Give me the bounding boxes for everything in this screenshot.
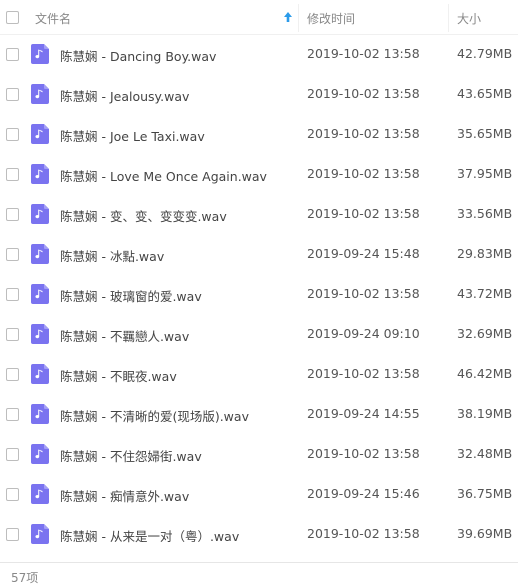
- file-row[interactable]: 陈慧娴 - 玻璃窗的爱.wav 2019-10-02 13:58 43.72MB: [0, 275, 518, 315]
- row-checkbox[interactable]: [6, 208, 19, 221]
- music-file-icon: [31, 444, 49, 464]
- file-size: 43.65MB: [457, 86, 513, 101]
- row-checkbox[interactable]: [6, 248, 19, 261]
- item-count: 57项: [11, 571, 39, 585]
- row-checkbox[interactable]: [6, 408, 19, 421]
- file-row[interactable]: 陈慧娴 - 不住怨婦街.wav 2019-10-02 13:58 32.48MB: [0, 435, 518, 475]
- file-size: 32.48MB: [457, 446, 513, 461]
- file-row[interactable]: 陈慧娴 - Love Me Once Again.wav 2019-10-02 1…: [0, 155, 518, 195]
- file-row[interactable]: 陈慧娴 - Joe Le Taxi.wav 2019-10-02 13:58 35.…: [0, 115, 518, 155]
- file-size: 35.65MB: [457, 126, 513, 141]
- arrow-up-icon[interactable]: [282, 10, 294, 24]
- file-row[interactable]: 陈慧娴 - 冰點.wav 2019-09-24 15:48 29.83MB: [0, 235, 518, 275]
- file-rows: 陈慧娴 - Dancing Boy.wav 2019-10-02 13:58 42.…: [0, 35, 518, 555]
- row-checkbox[interactable]: [6, 168, 19, 181]
- column-divider[interactable]: [298, 4, 299, 32]
- column-header-modified[interactable]: 修改时间: [307, 10, 355, 27]
- music-file-icon: [31, 244, 49, 264]
- file-row[interactable]: 陈慧娴 - Dancing Boy.wav 2019-10-02 13:58 42.…: [0, 35, 518, 75]
- file-modified-time: 2019-10-02 13:58: [307, 526, 420, 541]
- file-name[interactable]: 陈慧娴 - 不眠夜.wav: [60, 366, 177, 385]
- column-header-size[interactable]: 大小: [457, 10, 481, 27]
- row-checkbox[interactable]: [6, 128, 19, 141]
- music-file-icon: [31, 524, 49, 544]
- file-name[interactable]: 陈慧娴 - 不羈戀人.wav: [60, 326, 189, 345]
- file-modified-time: 2019-09-24 15:46: [307, 486, 420, 501]
- list-header: 文件名 修改时间 大小: [0, 0, 518, 35]
- file-name[interactable]: 陈慧娴 - 从来是一对（粤）.wav: [60, 526, 239, 545]
- select-all-checkbox[interactable]: [6, 11, 19, 24]
- music-file-icon: [31, 364, 49, 384]
- file-size: 33.56MB: [457, 206, 513, 221]
- file-modified-time: 2019-10-02 13:58: [307, 286, 420, 301]
- music-file-icon: [31, 164, 49, 184]
- file-size: 38.19MB: [457, 406, 513, 421]
- row-checkbox[interactable]: [6, 288, 19, 301]
- file-name[interactable]: 陈慧娴 - 玻璃窗的爱.wav: [60, 286, 202, 305]
- file-size: 32.69MB: [457, 326, 513, 341]
- file-size: 39.69MB: [457, 526, 513, 541]
- file-row[interactable]: 陈慧娴 - Jealousy.wav 2019-10-02 13:58 43.65M…: [0, 75, 518, 115]
- file-modified-time: 2019-10-02 13:58: [307, 46, 420, 61]
- music-file-icon: [31, 284, 49, 304]
- file-modified-time: 2019-10-02 13:58: [307, 126, 420, 141]
- file-row[interactable]: 陈慧娴 - 不清晰的爱(现场版).wav 2019-09-24 14:55 38.1…: [0, 395, 518, 435]
- file-row[interactable]: 陈慧娴 - 变、变、变变变.wav 2019-10-02 13:58 33.56MB: [0, 195, 518, 235]
- file-size: 37.95MB: [457, 166, 513, 181]
- file-row[interactable]: 陈慧娴 - 不羈戀人.wav 2019-09-24 09:10 32.69MB: [0, 315, 518, 355]
- file-name[interactable]: 陈慧娴 - 冰點.wav: [60, 246, 164, 265]
- file-modified-time: 2019-10-02 13:58: [307, 366, 420, 381]
- file-modified-time: 2019-10-02 13:58: [307, 166, 420, 181]
- file-name[interactable]: 陈慧娴 - Dancing Boy.wav: [60, 46, 216, 65]
- file-modified-time: 2019-09-24 15:48: [307, 246, 420, 261]
- file-modified-time: 2019-10-02 13:58: [307, 206, 420, 221]
- music-file-icon: [31, 324, 49, 344]
- row-checkbox[interactable]: [6, 328, 19, 341]
- file-size: 29.83MB: [457, 246, 513, 261]
- file-name[interactable]: 陈慧娴 - 痴情意外.wav: [60, 486, 189, 505]
- row-checkbox[interactable]: [6, 48, 19, 61]
- column-divider[interactable]: [448, 4, 449, 32]
- file-name[interactable]: 陈慧娴 - 不住怨婦街.wav: [60, 446, 202, 465]
- file-modified-time: 2019-10-02 13:58: [307, 86, 420, 101]
- music-file-icon: [31, 84, 49, 104]
- row-checkbox[interactable]: [6, 88, 19, 101]
- row-checkbox[interactable]: [6, 448, 19, 461]
- file-modified-time: 2019-09-24 09:10: [307, 326, 420, 341]
- file-name[interactable]: 陈慧娴 - Jealousy.wav: [60, 86, 189, 105]
- file-size: 42.79MB: [457, 46, 513, 61]
- music-file-icon: [31, 204, 49, 224]
- file-row[interactable]: 陈慧娴 - 痴情意外.wav 2019-09-24 15:46 36.75MB: [0, 475, 518, 515]
- file-row[interactable]: 陈慧娴 - 从来是一对（粤）.wav 2019-10-02 13:58 39.69M…: [0, 515, 518, 555]
- row-checkbox[interactable]: [6, 528, 19, 541]
- file-name[interactable]: 陈慧娴 - 不清晰的爱(现场版).wav: [60, 406, 249, 425]
- music-file-icon: [31, 44, 49, 64]
- file-modified-time: 2019-10-02 13:58: [307, 446, 420, 461]
- footer-divider: [0, 562, 518, 563]
- row-checkbox[interactable]: [6, 368, 19, 381]
- file-name[interactable]: 陈慧娴 - 变、变、变变变.wav: [60, 206, 227, 225]
- file-size: 36.75MB: [457, 486, 513, 501]
- file-list-view: 文件名 修改时间 大小 陈慧娴 - Dancing Boy.wav 2019-10…: [0, 0, 518, 587]
- music-file-icon: [31, 484, 49, 504]
- file-size: 43.72MB: [457, 286, 513, 301]
- row-checkbox[interactable]: [6, 488, 19, 501]
- file-name[interactable]: 陈慧娴 - Joe Le Taxi.wav: [60, 126, 205, 145]
- music-file-icon: [31, 124, 49, 144]
- file-modified-time: 2019-09-24 14:55: [307, 406, 420, 421]
- column-header-name[interactable]: 文件名: [35, 10, 71, 27]
- music-file-icon: [31, 404, 49, 424]
- file-row[interactable]: 陈慧娴 - 不眠夜.wav 2019-10-02 13:58 46.42MB: [0, 355, 518, 395]
- file-size: 46.42MB: [457, 366, 513, 381]
- file-name[interactable]: 陈慧娴 - Love Me Once Again.wav: [60, 166, 267, 185]
